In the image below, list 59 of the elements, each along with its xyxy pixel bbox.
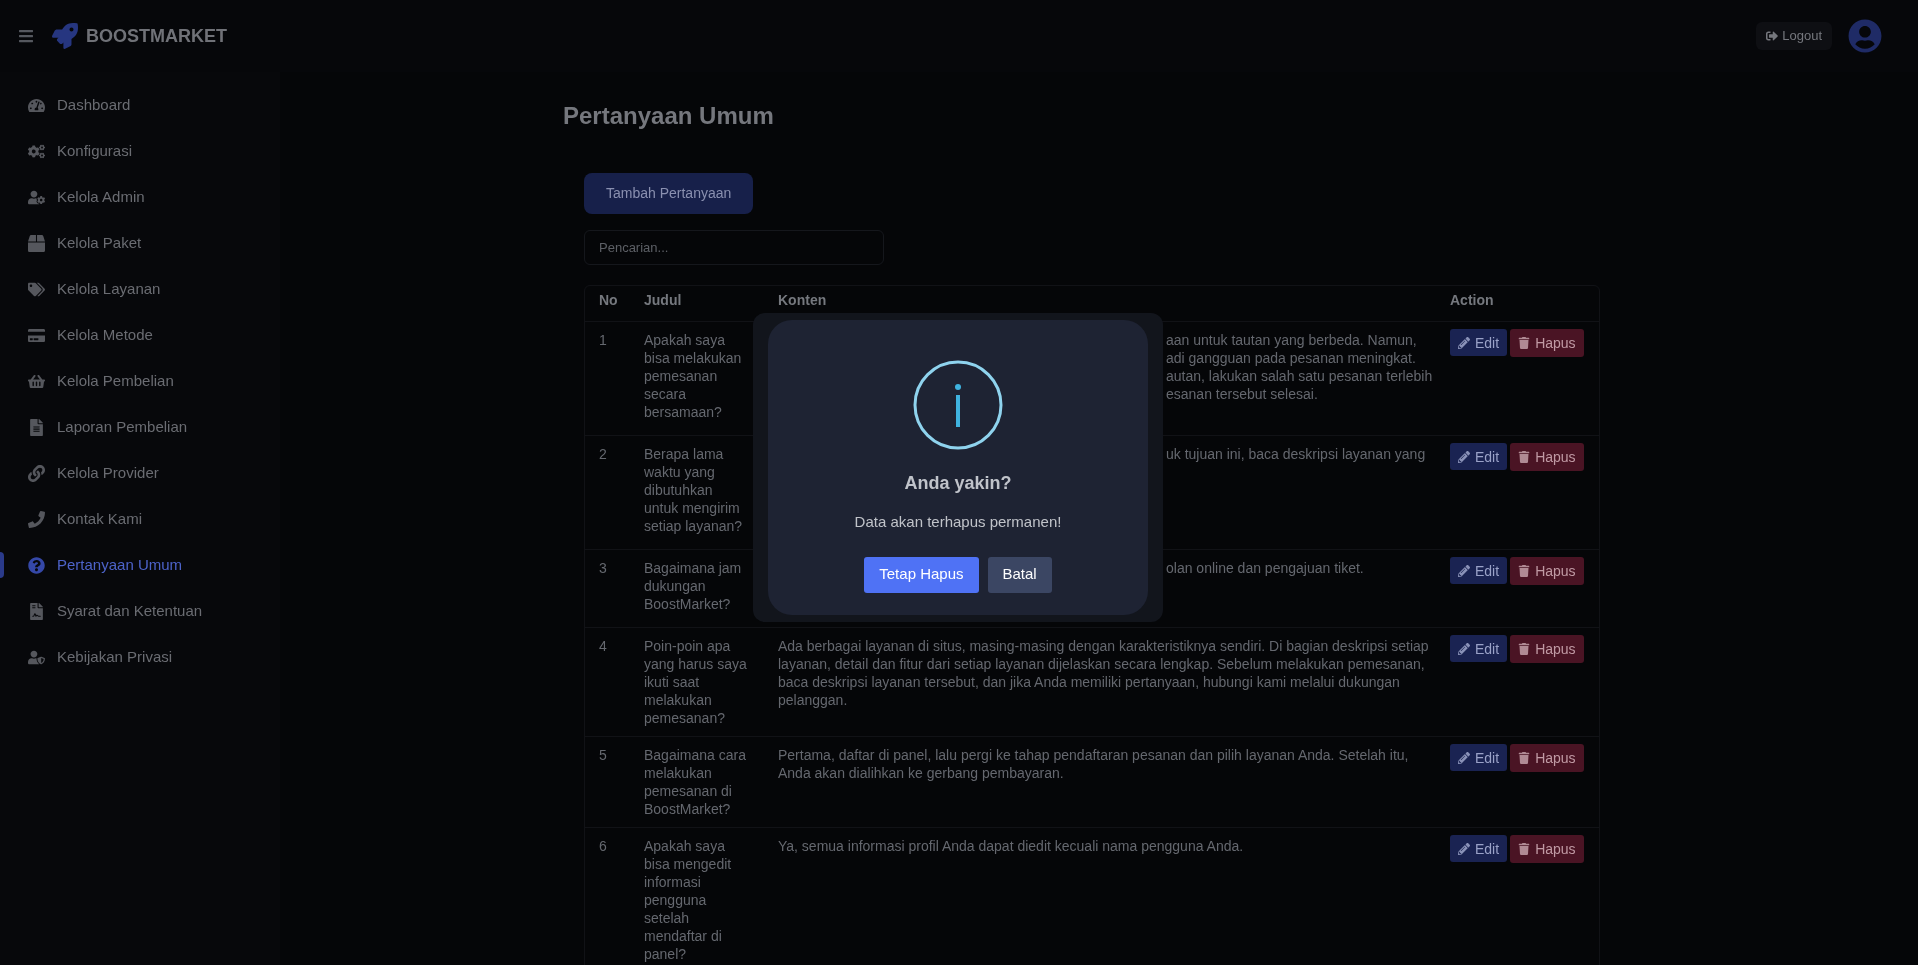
sidebar-item[interactable]: Kontak Kami [0,496,280,542]
table-cell-text: Ada berbagai layanan di situs, masing-masing dengan karakteristiknya sendiri. Di bagian deskripsi setiap layanan, detail dan fitur dari setiap layanan dijelaskan secara lengkap. Sebelum melakukan pemesanan, baca deskripsi layanan tersebut, dan jika Anda memiliki pertanyaan, hubungi kami melalui dukungan pelanggan. [778,637,1430,709]
delete-button[interactable]: Hapus [1510,835,1584,863]
add-question-button[interactable]: Tambah Pertanyaan [584,173,754,214]
delete-button[interactable]: Hapus [1510,557,1584,585]
edit-button[interactable]: Edit [1450,635,1508,662]
sidebar-item[interactable]: Kelola Paket [0,220,280,266]
table-cell: Poin-poin apa yang harus saya ikuti saat melakukan pemesanan? [644,638,747,726]
delete-button[interactable]: Hapus [1510,635,1584,663]
table-cell: 4 [599,638,607,654]
sidebar-item[interactable]: Pertanyaan Umum [0,542,280,588]
table-cell: 1 [599,332,607,348]
table-cell: Bagaimana jam dukungan BoostMarket? [644,560,742,612]
dialog-title: Anda yakin? [904,472,1012,495]
table-cell-text: Pertama, daftar di panel, lalu pergi ke tahap pendaftaran pesanan dan pilih layanan Anda. Setelah itu, Anda akan dialihkan ke gerbang pembayaran. [778,746,1410,782]
table-cell: adi gangguan pada pesanan meningkat. [1166,350,1416,366]
delete-button[interactable]: Hapus [1510,329,1584,357]
search-field[interactable]: Pencarian... [584,230,884,265]
table-cell: autan, lakukan salah satu pesanan terlebih [1166,368,1433,384]
edit-button[interactable]: Edit [1450,835,1508,862]
delete-button[interactable]: Hapus [1510,744,1584,772]
sidebar-item[interactable]: Kelola Pembelian [0,358,280,404]
edit-button[interactable]: Edit [1450,744,1508,771]
sidebar-item[interactable]: Syarat dan Ketentuan [0,588,280,634]
edit-button[interactable]: Edit [1450,443,1508,470]
column-header: Konten [778,292,827,308]
column-header: Judul [644,292,682,308]
table-cell: 6 [599,838,607,854]
cancel-button[interactable]: Batal [987,556,1052,593]
confirm-button[interactable]: Tetap Hapus [864,556,979,593]
table-cell: aan untuk tautan yang berbeda. Namun, [1166,332,1417,348]
table-cell: Apakah saya bisa mengedit informasi pengguna setelah mendaftar di panel? [644,838,732,962]
page-title: Pertanyaan Umum [563,101,775,131]
table-cell: olan online dan pengajuan tiket. [1166,560,1364,576]
column-header: Action [1450,292,1494,308]
table-cell: 2 [599,446,607,462]
table-cell: Berapa lama waktu yang dibutuhkan untuk mengirim setiap layanan? [644,446,743,534]
brand-name: BOOSTMARKET [86,24,227,48]
sidebar-item[interactable]: Kelola Metode [0,312,280,358]
column-header: No [599,292,618,308]
edit-button[interactable]: Edit [1450,557,1508,584]
sidebar-item[interactable]: Kelola Provider [0,450,280,496]
sidebar-item[interactable]: Kebijakan Privasi [0,634,280,680]
dialog-message: Data akan terhapus permanen! [854,512,1062,532]
table-cell: Bagaimana cara melakukan pemesanan di BoostMarket? [644,747,746,817]
edit-button[interactable]: Edit [1450,329,1508,356]
table-cell: Apakah saya bisa melakukan pemesanan secara bersamaan? [644,332,742,420]
table-cell-text: Ya, semua informasi profil Anda dapat diedit kecuali nama pengguna Anda. [778,837,1245,855]
table-cell: esanan tersebut selesai. [1166,386,1318,402]
sidebar-item[interactable]: Laporan Pembelian [0,404,280,450]
sidebar-item[interactable]: Kelola Admin [0,174,280,220]
delete-button[interactable]: Hapus [1510,443,1584,471]
table-cell: uk tujuan ini, baca deskripsi layanan yang [1166,446,1426,462]
table-cell: 5 [599,747,607,763]
sidebar-item[interactable]: Dashboard [0,82,280,128]
table-cell: 3 [599,560,607,576]
logout-button[interactable]: Logout [1756,22,1832,50]
sidebar-item[interactable]: Konfigurasi [0,128,280,174]
sidebar-item[interactable]: Kelola Layanan [0,266,280,312]
